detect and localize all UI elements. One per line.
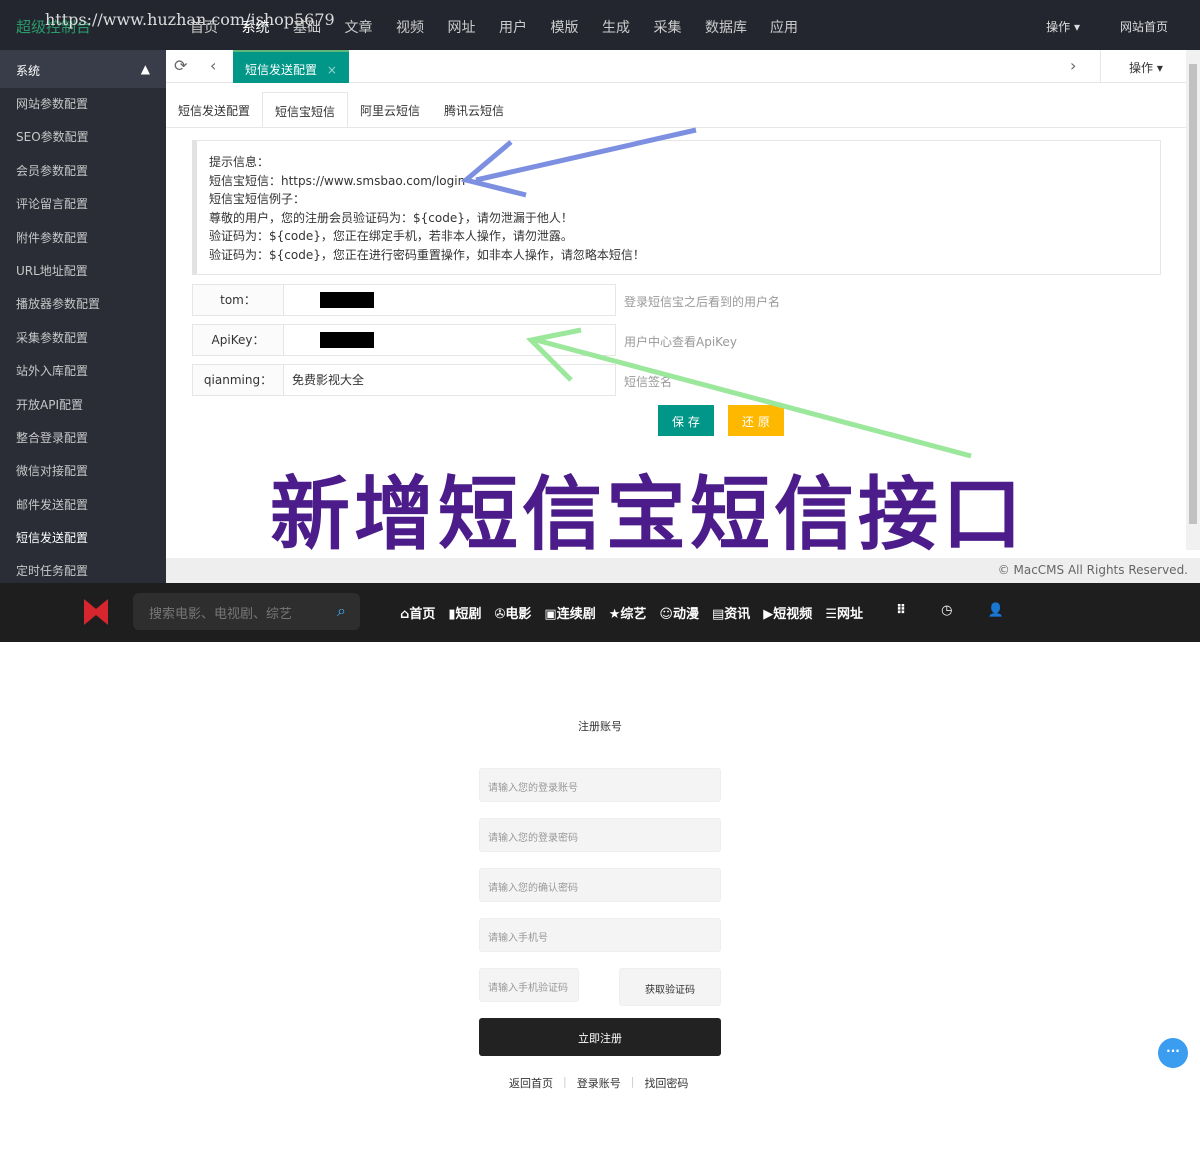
nav-movie[interactable]: ✇电影 (495, 603, 532, 622)
nav-item[interactable]: 网址 (448, 17, 500, 37)
admin-header: 超级控制台 https://www.huzhan.com/ishop5679 首… (0, 0, 1200, 50)
sidebar-item[interactable]: URL地址配置 (0, 255, 166, 288)
nav-item[interactable]: 模版 (551, 17, 603, 37)
nav-item[interactable]: 数据库 (705, 17, 770, 37)
nav-news[interactable]: ▤资讯 (712, 603, 750, 622)
front-nav: ⌂首页 ▮短剧 ✇电影 ▣连续剧 ★综艺 ☺动漫 ▤资讯 ▶短视频 ☰网址 ⠿ … (400, 603, 1004, 622)
nav-short-video[interactable]: ▶短视频 (763, 603, 812, 622)
confirm-password-input[interactable]: 请输入您的确认密码 (479, 868, 721, 902)
sidebar-item[interactable]: SEO参数配置 (0, 121, 166, 154)
sidebar-item[interactable]: 网站参数配置 (0, 88, 166, 121)
main-panel: ⟳ ‹ 短信发送配置 × › 操作 ▾ 短信发送配置 短信宝短信 阿里云短信 腾… (166, 50, 1200, 583)
search-icon[interactable]: ⌕ (337, 601, 346, 621)
sidebar-item[interactable]: 采集参数配置 (0, 322, 166, 355)
nav-item[interactable]: 系统 (242, 17, 294, 37)
sidebar-item[interactable]: 会员参数配置 (0, 155, 166, 188)
nav-item[interactable]: 应用 (770, 17, 822, 37)
footer: © MacCMS All Rights Reserved. (166, 558, 1200, 583)
nav-item[interactable]: 首页 (190, 17, 242, 37)
sidebar-item[interactable]: 开放API配置 (0, 389, 166, 422)
sidebar-item[interactable]: 整合登录配置 (0, 422, 166, 455)
nav-item[interactable]: 文章 (345, 17, 397, 37)
banner-text: 新增短信宝短信接口 (270, 467, 1026, 561)
sidebar-item[interactable]: 评论留言配置 (0, 188, 166, 221)
site-logo-icon (84, 599, 108, 625)
nav-variety[interactable]: ★综艺 (609, 603, 647, 622)
front-header: 搜索电影、电视剧、综艺 ⌕ ⌂首页 ▮短剧 ✇电影 ▣连续剧 ★综艺 ☺动漫 ▤资… (0, 583, 1200, 642)
register-button[interactable]: 立即注册 (479, 1018, 721, 1056)
nav-home[interactable]: ⌂首页 (400, 603, 435, 622)
sidebar-item[interactable]: 邮件发送配置 (0, 489, 166, 522)
grid-icon[interactable]: ⠿ (896, 603, 906, 622)
nav-links[interactable]: ☰网址 (825, 603, 863, 622)
top-nav: 首页 系统 基础 文章 视频 网址 用户 模版 生成 采集 数据库 应用 (190, 17, 822, 37)
nav-anime[interactable]: ☺动漫 (659, 603, 699, 622)
scrollbar[interactable] (1186, 50, 1200, 550)
nav-series[interactable]: ▣连续剧 (544, 603, 595, 622)
login-link[interactable]: 登录账号 (577, 1075, 621, 1091)
site-home-link[interactable]: 网站首页 (1120, 18, 1168, 35)
ops-menu[interactable]: 操作 ▾ (1046, 18, 1080, 35)
password-input[interactable]: 请输入您的登录密码 (479, 818, 721, 852)
nav-item[interactable]: 基础 (293, 17, 345, 37)
nav-item[interactable]: 采集 (654, 17, 706, 37)
nav-item[interactable]: 用户 (499, 17, 551, 37)
get-code-button[interactable]: 获取验证码 (619, 968, 721, 1006)
username-input[interactable]: 请输入您的登录账号 (479, 768, 721, 802)
register-links: 返回首页 | 登录账号 | 找回密码 (509, 1075, 689, 1091)
sidebar-item[interactable]: 微信对接配置 (0, 455, 166, 488)
back-home-link[interactable]: 返回首页 (509, 1075, 553, 1091)
sidebar-item[interactable]: 站外入库配置 (0, 355, 166, 388)
sidebar-head[interactable]: 系统 ▲ (0, 50, 166, 88)
caret-up-icon: ▲ (140, 62, 150, 76)
sidebar-item[interactable]: 附件参数配置 (0, 222, 166, 255)
find-password-link[interactable]: 找回密码 (644, 1075, 688, 1091)
sidebar: 系统 ▲ 网站参数配置 SEO参数配置 会员参数配置 评论留言配置 附件参数配置 … (0, 50, 166, 583)
more-button[interactable]: ··· (1158, 1038, 1188, 1068)
register-title: 注册账号 (578, 720, 622, 733)
sidebar-item[interactable]: 播放器参数配置 (0, 288, 166, 321)
history-icon[interactable]: ◷ (941, 603, 952, 622)
nav-item[interactable]: 生成 (602, 17, 654, 37)
sidebar-item[interactable]: 短信发送配置 (0, 522, 166, 555)
user-icon[interactable]: 👤 (987, 603, 1003, 622)
phone-input[interactable]: 请输入手机号 (479, 918, 721, 952)
sms-code-input[interactable]: 请输入手机验证码 (479, 968, 579, 1002)
nav-short-drama[interactable]: ▮短剧 (448, 603, 481, 622)
search-input[interactable]: 搜索电影、电视剧、综艺 ⌕ (133, 593, 360, 630)
nav-item[interactable]: 视频 (396, 17, 448, 37)
